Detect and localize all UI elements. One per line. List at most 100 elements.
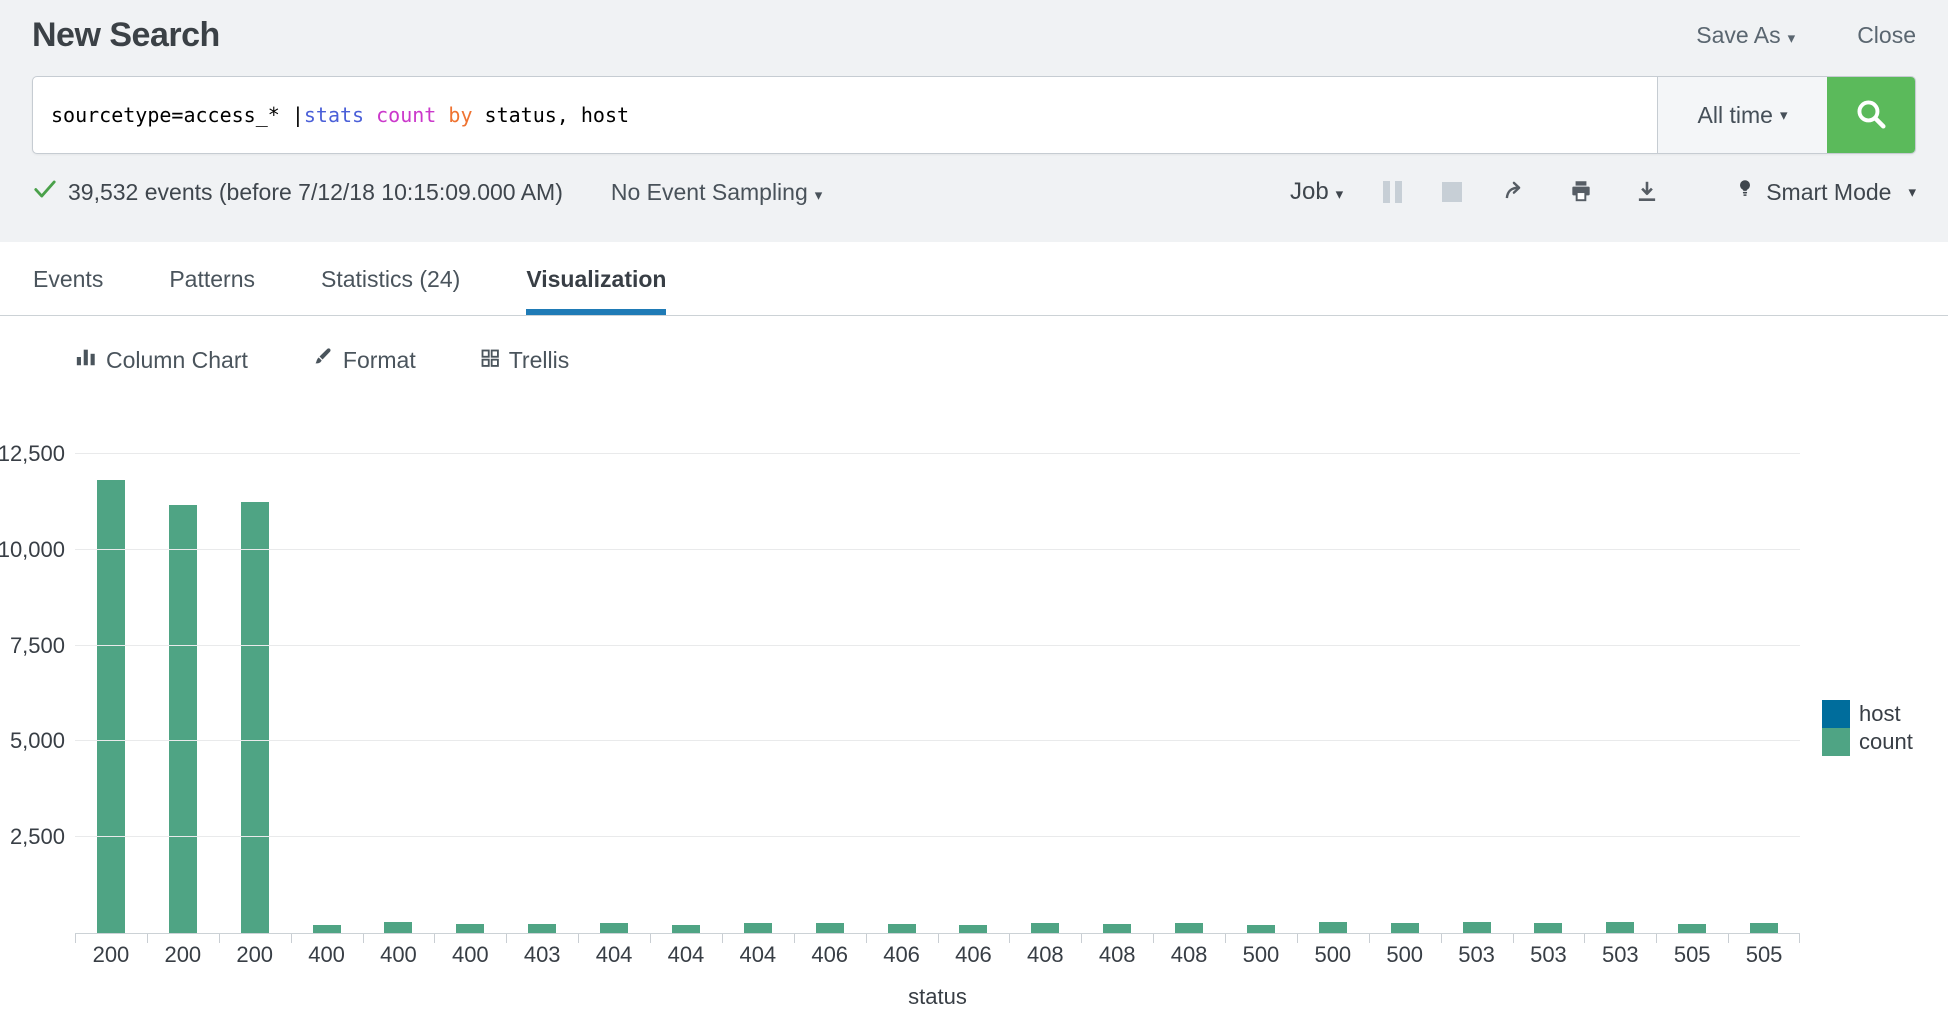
bar-group[interactable] [1009,454,1081,933]
share-button[interactable] [1502,178,1528,207]
bar-group[interactable] [794,454,866,933]
column-chart: 2,5005,0007,50010,00012,500 200200200400… [0,454,1948,1010]
bar-group[interactable] [1153,454,1225,933]
chart-legend: hostcount [1822,700,1913,756]
x-axis-label: 503 [1441,934,1513,968]
bar[interactable] [1175,923,1203,933]
bar-group[interactable] [506,454,578,933]
bar-group[interactable] [434,454,506,933]
legend-item[interactable]: host [1822,700,1913,728]
bar-group[interactable] [1225,454,1297,933]
stop-button[interactable] [1442,182,1462,202]
caret-down-icon: ▾ [1788,30,1796,47]
caret-down-icon: ▾ [815,187,823,204]
bar[interactable] [528,924,556,933]
tab-events[interactable]: Events [33,242,103,315]
bar-group[interactable] [866,454,938,933]
event-sampling-dropdown[interactable]: No Event Sampling▾ [611,179,822,206]
bar-group[interactable] [219,454,291,933]
search-bar: sourcetype=access_* |stats count by stat… [32,76,1916,154]
bar[interactable] [384,922,412,933]
bar-group[interactable] [1369,454,1441,933]
bar[interactable] [1031,923,1059,933]
bar[interactable] [600,923,628,933]
bar[interactable] [1678,924,1706,933]
events-summary: 39,532 events (before 7/12/18 10:15:09.0… [68,179,563,206]
legend-item[interactable]: count [1822,728,1913,756]
gridline: 2,500 [75,836,1800,837]
bar[interactable] [456,924,484,933]
bar-group[interactable] [938,454,1010,933]
bar[interactable] [313,925,341,933]
x-axis-label: 404 [650,934,722,968]
bar-group[interactable] [578,454,650,933]
bar[interactable] [672,925,700,933]
x-axis: 2002002004004004004034044044044064064064… [75,934,1800,968]
bar[interactable] [1103,924,1131,933]
y-axis-label: 2,500 [10,824,65,850]
bar-group[interactable] [1297,454,1369,933]
header: New Search Save As▾ Close [32,0,1916,76]
chart-type-picker[interactable]: Column Chart [75,346,248,374]
bar-group[interactable] [1513,454,1585,933]
format-button[interactable]: Format [312,346,416,374]
x-axis-label: 500 [1297,934,1369,968]
trellis-button[interactable]: Trellis [480,347,569,374]
x-axis-label: 200 [75,934,147,968]
bar[interactable] [1391,923,1419,933]
bar-group[interactable] [291,454,363,933]
export-button[interactable] [1634,178,1660,207]
query-token: status, host [473,103,630,127]
bar-group[interactable] [75,454,147,933]
bar[interactable] [816,923,844,933]
bar[interactable] [169,505,197,933]
job-dropdown[interactable]: Job▾ [1290,178,1343,206]
bar-group[interactable] [722,454,794,933]
print-button[interactable] [1568,178,1594,207]
search-icon [1853,96,1889,135]
x-axis-label: 408 [1081,934,1153,968]
x-axis-label: 404 [578,934,650,968]
caret-down-icon: ▾ [1908,183,1916,201]
bar[interactable] [1750,923,1778,933]
bar[interactable] [1606,922,1634,933]
x-axis-label: 408 [1153,934,1225,968]
legend-swatch [1822,728,1850,756]
y-axis-label: 10,000 [0,537,65,563]
bar[interactable] [959,925,987,933]
job-status-bar: 39,532 events (before 7/12/18 10:15:09.0… [32,154,1916,242]
search-input[interactable]: sourcetype=access_* |stats count by stat… [33,77,1657,153]
save-as-button[interactable]: Save As▾ [1696,22,1795,49]
query-token: count [376,103,436,127]
bar[interactable] [241,502,269,933]
close-button[interactable]: Close [1857,22,1916,49]
bar[interactable] [1247,925,1275,933]
bar[interactable] [888,924,916,933]
bar-group[interactable] [650,454,722,933]
bar[interactable] [744,923,772,933]
bar-group[interactable] [1728,454,1800,933]
bar-group[interactable] [1584,454,1656,933]
tab-patterns[interactable]: Patterns [169,242,255,315]
page-title: New Search [32,16,220,55]
search-button[interactable] [1827,77,1915,153]
bar[interactable] [1463,922,1491,933]
results-tabs: Events Patterns Statistics (24) Visualiz… [0,242,1948,316]
bar-group[interactable] [363,454,435,933]
gridline: 7,500 [75,645,1800,646]
tab-statistics[interactable]: Statistics (24) [321,242,460,315]
bar-group[interactable] [1441,454,1513,933]
download-icon [1634,178,1660,207]
bar-group[interactable] [1081,454,1153,933]
share-icon [1502,178,1528,207]
bar-group[interactable] [1656,454,1728,933]
search-mode-dropdown[interactable]: Smart Mode▾ [1734,177,1916,207]
time-range-picker[interactable]: All time▾ [1657,77,1827,153]
query-token [364,103,376,127]
pause-button[interactable] [1383,181,1402,203]
bar[interactable] [1534,923,1562,933]
tab-visualization[interactable]: Visualization [526,242,666,315]
bar-group[interactable] [147,454,219,933]
bar[interactable] [1319,922,1347,933]
x-axis-label: 400 [291,934,363,968]
